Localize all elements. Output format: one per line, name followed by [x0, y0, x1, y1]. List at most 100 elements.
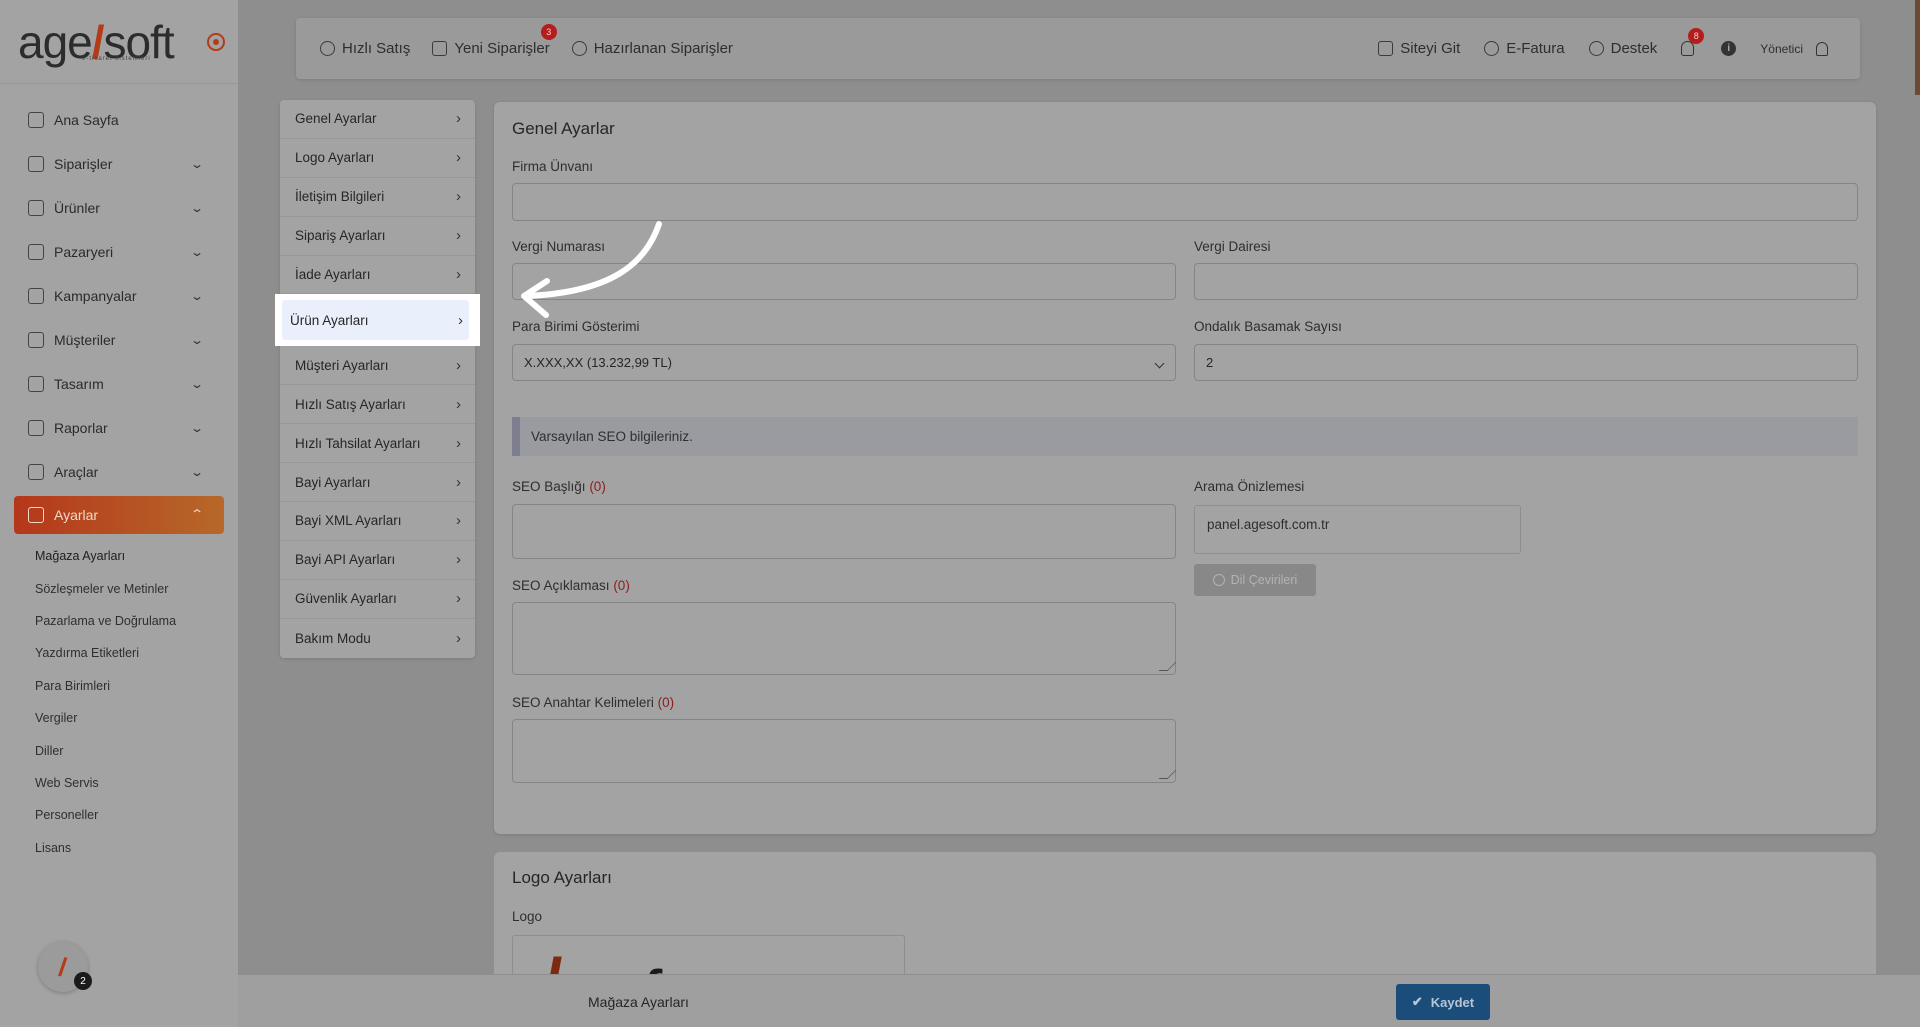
settings-nav-iade[interactable]: İade Ayarları ›: [280, 256, 475, 295]
settings-nav-label: Logo Ayarları: [295, 150, 375, 166]
chevron-right-icon: ›: [456, 266, 461, 283]
settings-nav-label: Müşteri Ayarları: [295, 357, 389, 373]
preparing-orders-link[interactable]: Hazırlanan Siparişler: [571, 40, 733, 57]
brand-tagline: e-ticaret sistemleri: [82, 56, 151, 62]
info-icon[interactable]: i: [1721, 41, 1737, 56]
sidebar-item-ana-sayfa[interactable]: Ana Sayfa: [0, 98, 238, 142]
sidebar-item-araclar[interactable]: Araçlar ⌄: [0, 450, 238, 494]
submenu-item-yazdirma[interactable]: Yazdırma Etiketleri: [0, 637, 238, 669]
sidebar-item-musteriler[interactable]: Müşteriler ⌄: [0, 318, 238, 362]
chevron-right-icon: ›: [456, 149, 461, 167]
check-icon: ✔: [1411, 994, 1423, 1009]
chevron-down-icon: ⌄: [189, 465, 205, 479]
sidebar-item-urunler[interactable]: Ürünler ⌄: [0, 186, 238, 230]
language-translations-button[interactable]: Dil Çevirileri: [1194, 564, 1316, 596]
brush-icon: [28, 376, 44, 392]
currency-display-select[interactable]: X.XXX,XX (13.232,99 TL): [512, 344, 1176, 381]
user-name: Yönetici: [1760, 41, 1803, 56]
tax-office-label: Vergi Dairesi: [1194, 239, 1271, 254]
book-icon: [28, 200, 44, 216]
seo-title-input[interactable]: [512, 504, 1176, 559]
seo-title-count: (0): [589, 479, 606, 494]
user-menu[interactable]: Yönetici: [1760, 41, 1828, 56]
seo-description-label-text: SEO Açıklaması: [512, 578, 610, 593]
user-icon: [28, 332, 44, 348]
new-orders-link[interactable]: Yeni Siparişler 3: [432, 24, 557, 57]
support-link[interactable]: Destek: [1588, 40, 1657, 57]
settings-nav-label: Güvenlik Ayarları: [295, 591, 397, 607]
sidebar-item-label: Müşteriler: [54, 332, 116, 348]
settings-nav-logo[interactable]: Logo Ayarları ›: [280, 139, 475, 178]
chevron-right-icon: ›: [456, 551, 461, 569]
tax-number-label: Vergi Numarası: [512, 239, 606, 254]
general-settings-panel: Genel Ayarlar Firma Ünvanı Vergi Numaras…: [494, 102, 1876, 834]
company-name-label: Firma Ünvanı: [512, 159, 594, 174]
settings-nav-label: İletişim Bilgileri: [295, 189, 385, 205]
settings-nav-bayi-xml[interactable]: Bayi XML Ayarları ›: [280, 502, 475, 541]
submenu-item-diller[interactable]: Diller: [0, 734, 238, 766]
submenu-item-web-servis[interactable]: Web Servis: [0, 767, 238, 799]
chevron-right-icon: ›: [456, 434, 461, 452]
tax-number-input[interactable]: [512, 263, 1176, 300]
sidebar-menu: Ana Sayfa Siparişler ⌄ Ürünler ⌄ Pazarye…: [0, 84, 238, 864]
language-translations-label: Dil Çevirileri: [1230, 573, 1298, 587]
submenu-item-para-birimleri[interactable]: Para Birimleri: [0, 670, 238, 702]
submenu-item-magaza-ayarlari[interactable]: Mağaza Ayarları: [0, 540, 238, 572]
submenu-item-sozlesmeler[interactable]: Sözleşmeler ve Metinler: [0, 572, 238, 604]
sidebar-item-label: Ana Sayfa: [54, 112, 119, 128]
seo-description-textarea[interactable]: [512, 602, 1176, 675]
sidebar-item-label: Pazaryeri: [54, 244, 114, 260]
sidebar-item-kampanyalar[interactable]: Kampanyalar ⌄: [0, 274, 238, 318]
settings-nav-urun[interactable]: Ürün Ayarları ›: [275, 294, 480, 347]
decimal-places-input[interactable]: 2: [1194, 344, 1858, 381]
settings-nav-label: Bakım Modu: [295, 630, 371, 646]
notifications-button[interactable]: 8: [1681, 27, 1705, 57]
einvoice-link[interactable]: E-Fatura: [1484, 40, 1565, 57]
settings-nav-label: İade Ayarları: [295, 267, 371, 282]
help-widget-button[interactable]: / 2: [38, 942, 92, 992]
settings-nav-musteri[interactable]: Müşteri Ayarları ›: [280, 346, 475, 386]
company-name-input[interactable]: [512, 183, 1858, 221]
seo-title-label-text: SEO Başlığı: [512, 479, 586, 494]
settings-nav-bayi-api[interactable]: Bayi API Ayarları ›: [280, 541, 475, 580]
settings-nav-iletisim[interactable]: İletişim Bilgileri ›: [280, 178, 475, 217]
quick-sale-label: Hızlı Satış: [342, 40, 411, 57]
settings-nav-bakim[interactable]: Bakım Modu ›: [280, 619, 475, 658]
sidebar-item-ayarlar[interactable]: Ayarlar ⌃: [14, 496, 224, 534]
seo-description-count: (0): [613, 578, 630, 593]
settings-nav-genel[interactable]: Genel Ayarlar ›: [280, 100, 475, 139]
page-scrollbar[interactable]: [1915, 0, 1920, 95]
submenu-item-lisans[interactable]: Lisans: [0, 832, 238, 864]
settings-nav-guvenlik[interactable]: Güvenlik Ayarları ›: [280, 580, 475, 619]
currency-display-label: Para Birimi Gösterimi: [512, 319, 640, 334]
submenu-item-personeller[interactable]: Personeller: [0, 799, 238, 831]
brand-row: age/soft e-ticaret sistemleri: [0, 0, 238, 84]
sidebar-toggle-icon[interactable]: [207, 33, 225, 51]
invoice-icon: [1484, 41, 1500, 56]
tax-office-input[interactable]: [1194, 263, 1858, 300]
cart-icon: [28, 156, 44, 172]
sidebar-item-tasarim[interactable]: Tasarım ⌄: [0, 362, 238, 406]
chevron-right-icon: ›: [456, 629, 461, 647]
sidebar-item-label: Tasarım: [54, 376, 104, 392]
sidebar-item-pazaryeri[interactable]: Pazaryeri ⌄: [0, 230, 238, 274]
settings-nav-bayi[interactable]: Bayi Ayarları ›: [280, 463, 475, 503]
settings-nav-hizli-satis[interactable]: Hızlı Satış Ayarları ›: [280, 385, 475, 425]
save-button[interactable]: ✔ Kaydet: [1396, 984, 1490, 1020]
sidebar-item-raporlar[interactable]: Raporlar ⌄: [0, 406, 238, 450]
chevron-right-icon: ›: [456, 356, 461, 374]
quick-sale-link[interactable]: Hızlı Satış: [320, 40, 410, 57]
settings-nav-siparis[interactable]: Sipariş Ayarları ›: [280, 217, 475, 256]
seo-title-label: SEO Başlığı (0): [512, 479, 606, 494]
settings-nav-hizli-tahsilat[interactable]: Hızlı Tahsilat Ayarları ›: [280, 424, 475, 464]
chevron-right-icon: ›: [456, 395, 461, 413]
chevron-down-icon: ⌄: [189, 289, 205, 303]
submenu-item-pazarlama[interactable]: Pazarlama ve Doğrulama: [0, 605, 238, 637]
visit-site-link[interactable]: Siteyi Git: [1378, 40, 1460, 57]
seo-keywords-textarea[interactable]: [512, 719, 1176, 783]
chevron-down-icon: ⌄: [189, 245, 205, 259]
sidebar-item-siparisler[interactable]: Siparişler ⌄: [0, 142, 238, 186]
seo-keywords-label: SEO Anahtar Kelimeleri (0): [512, 695, 674, 710]
submenu-item-vergiler[interactable]: Vergiler: [0, 702, 238, 734]
globe-icon: [1212, 574, 1225, 586]
